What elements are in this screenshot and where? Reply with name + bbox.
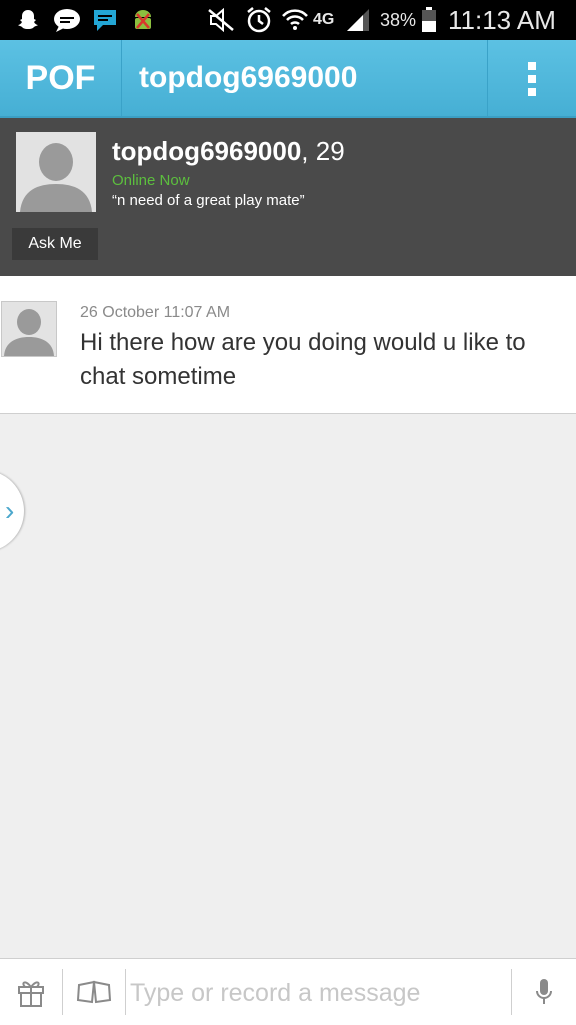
snapchat-icon (14, 6, 42, 34)
default-avatar-icon (16, 132, 96, 212)
profile-username: topdog6969000 (112, 136, 302, 166)
online-status: Online Now (112, 172, 190, 189)
profile-headline: “n need of a great play mate” (112, 192, 305, 209)
battery-icon (420, 6, 438, 34)
status-bar: 4G 38% 11:13 AM (0, 0, 576, 40)
wifi-icon (280, 6, 310, 34)
chat-bubble-icon (52, 6, 82, 34)
ask-me-button[interactable]: Ask Me (12, 228, 98, 260)
gift-icon[interactable] (0, 959, 62, 1025)
overflow-menu-icon[interactable] (487, 40, 576, 116)
message-composer (0, 958, 576, 1025)
profile-age: , 29 (301, 136, 345, 166)
network-type: 4G (313, 11, 335, 28)
image-gallery-icon[interactable] (63, 959, 125, 1025)
drawer-handle[interactable]: › (0, 470, 24, 552)
mute-icon (206, 6, 236, 34)
microphone-icon[interactable] (512, 959, 576, 1025)
message-input[interactable] (128, 969, 508, 1017)
message-item: 26 October 11:07 AM Hi there how are you… (0, 276, 576, 414)
signal-icon (344, 6, 372, 34)
message-timestamp: 26 October 11:07 AM (80, 304, 231, 321)
divider (125, 969, 126, 1015)
message-text: Hi there how are you doing would u like … (80, 329, 526, 390)
profile-header: topdog6969000, 29 Online Now “n need of … (0, 118, 576, 276)
chevron-right-icon: › (5, 495, 15, 526)
clock: 11:13 AM (448, 5, 556, 35)
profile-name[interactable]: topdog6969000, 29 (112, 136, 345, 167)
default-avatar-icon (2, 302, 56, 356)
pof-logo[interactable]: POF (0, 40, 122, 116)
avatar[interactable] (16, 132, 96, 212)
sender-avatar[interactable] (1, 301, 57, 357)
conversation-title: topdog6969000 (139, 61, 358, 94)
battery-percent: 38% (380, 10, 417, 30)
app-bar: POF topdog6969000 (0, 40, 576, 118)
alarm-icon (244, 6, 274, 34)
android-icon (130, 6, 156, 34)
message-icon (92, 6, 118, 34)
